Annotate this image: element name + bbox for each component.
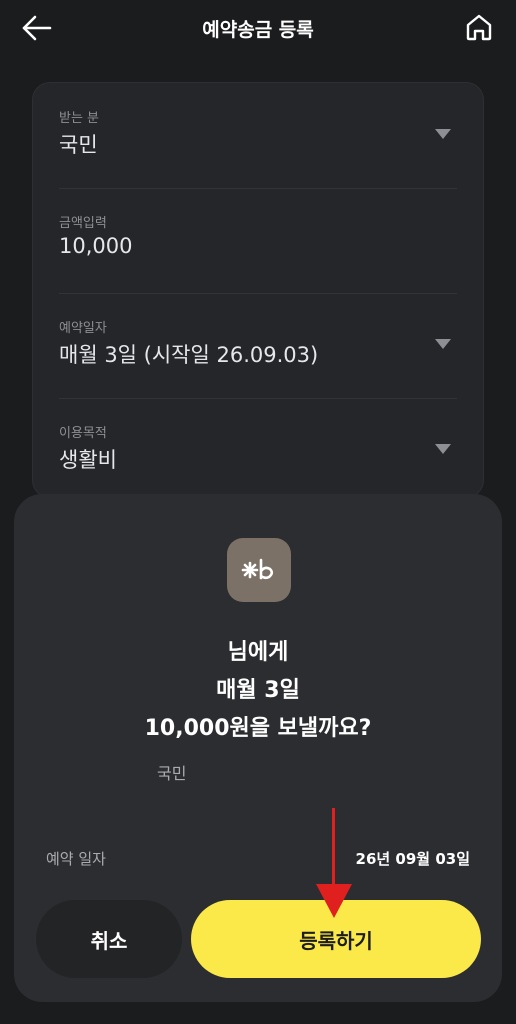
annotation-arrow-head bbox=[316, 884, 352, 918]
confirm-message-line2: 매월 3일 bbox=[216, 678, 300, 703]
purpose-label: 이용목적 bbox=[59, 426, 107, 441]
amount-label: 금액입력 bbox=[59, 216, 107, 231]
schedule-label: 예약일자 bbox=[59, 321, 107, 336]
recipient-bank-name: 국민 bbox=[157, 764, 187, 783]
annotation-arrow-shaft bbox=[332, 808, 335, 888]
recipient-field[interactable]: 받는 분 국민 bbox=[59, 83, 457, 189]
top-app-bar: 예약송금 등록 bbox=[0, 0, 516, 56]
kb-bank-logo-icon bbox=[227, 538, 291, 602]
confirm-bottom-sheet: 님에게 매월 3일 10,000원을 보낼까요? 국민 예약 일자 26년 09… bbox=[14, 494, 502, 1002]
purpose-value: 생활비 bbox=[59, 448, 117, 472]
chevron-down-icon[interactable] bbox=[435, 129, 451, 139]
home-icon[interactable] bbox=[464, 12, 494, 42]
chevron-down-icon[interactable] bbox=[435, 444, 451, 454]
schedule-field[interactable]: 예약일자 매월 3일 (시작일 26.09.03) bbox=[59, 293, 457, 399]
confirm-message-line1: 님에게 bbox=[227, 640, 289, 665]
confirm-message-line3: 10,000원을 보낼까요? bbox=[144, 716, 372, 741]
scheduled-date-label: 예약 일자 bbox=[46, 850, 106, 868]
purpose-field[interactable]: 이용목적 생활비 bbox=[59, 398, 457, 503]
cancel-button[interactable]: 취소 bbox=[36, 900, 182, 978]
recipient-label: 받는 분 bbox=[59, 111, 100, 126]
schedule-value: 매월 3일 (시작일 26.09.03) bbox=[59, 343, 319, 367]
chevron-down-icon[interactable] bbox=[435, 339, 451, 349]
page-title: 예약송금 등록 bbox=[202, 19, 314, 41]
amount-value: 10,000 bbox=[59, 234, 133, 258]
recipient-value: 국민 bbox=[59, 133, 98, 157]
scheduled-date-value: 26년 09월 03일 bbox=[355, 850, 470, 868]
amount-field[interactable]: 금액입력 10,000 bbox=[59, 188, 457, 294]
transfer-form-card: 받는 분 국민 금액입력 10,000 예약일자 매월 3일 (시작일 26.0… bbox=[32, 82, 484, 498]
